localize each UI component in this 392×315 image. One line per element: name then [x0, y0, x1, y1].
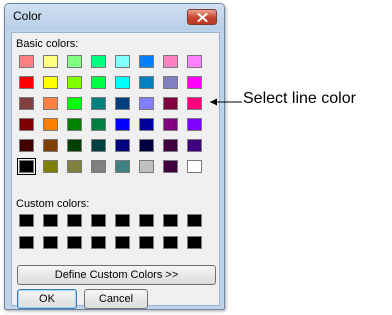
- basic-color-swatch[interactable]: [43, 76, 58, 89]
- basic-color-swatch[interactable]: [187, 160, 202, 173]
- basic-color-swatch[interactable]: [43, 160, 58, 173]
- dialog-body: Basic colors: Custom colors: Define Cust…: [11, 32, 220, 309]
- custom-color-swatch[interactable]: [91, 214, 106, 227]
- define-custom-colors-button[interactable]: Define Custom Colors >>: [17, 265, 216, 285]
- custom-color-swatch[interactable]: [187, 214, 202, 227]
- custom-color-swatch[interactable]: [19, 236, 34, 249]
- basic-color-swatch[interactable]: [139, 118, 154, 131]
- basic-color-swatch[interactable]: [19, 139, 34, 152]
- basic-color-swatch[interactable]: [91, 55, 106, 68]
- custom-color-swatch[interactable]: [163, 214, 178, 227]
- basic-color-swatch[interactable]: [67, 160, 82, 173]
- custom-color-swatch[interactable]: [187, 236, 202, 249]
- basic-color-swatch[interactable]: [43, 118, 58, 131]
- basic-color-swatch[interactable]: [139, 139, 154, 152]
- ok-button[interactable]: OK: [17, 289, 77, 309]
- basic-color-swatch[interactable]: [91, 76, 106, 89]
- basic-color-swatch[interactable]: [187, 55, 202, 68]
- close-button[interactable]: [187, 9, 217, 25]
- basic-color-swatch[interactable]: [19, 97, 34, 110]
- basic-color-swatch[interactable]: [115, 160, 130, 173]
- basic-color-swatch[interactable]: [19, 118, 34, 131]
- custom-color-swatch[interactable]: [115, 236, 130, 249]
- basic-color-swatch[interactable]: [67, 55, 82, 68]
- custom-colors-label: Custom colors:: [16, 198, 90, 210]
- basic-color-swatch[interactable]: [163, 160, 178, 173]
- basic-color-swatch[interactable]: [115, 118, 130, 131]
- basic-color-swatch[interactable]: [67, 118, 82, 131]
- cancel-button[interactable]: Cancel: [84, 289, 148, 309]
- basic-color-swatch[interactable]: [139, 97, 154, 110]
- basic-color-swatch[interactable]: [91, 97, 106, 110]
- basic-color-swatch[interactable]: [17, 158, 36, 175]
- title-bar[interactable]: Color: [5, 4, 224, 30]
- custom-color-swatch[interactable]: [115, 214, 130, 227]
- basic-color-swatch[interactable]: [67, 76, 82, 89]
- basic-color-swatch[interactable]: [115, 55, 130, 68]
- basic-color-swatch[interactable]: [91, 160, 106, 173]
- custom-color-swatch[interactable]: [67, 214, 82, 227]
- basic-color-swatch[interactable]: [115, 139, 130, 152]
- basic-color-swatch[interactable]: [19, 76, 34, 89]
- basic-color-swatch[interactable]: [187, 97, 202, 110]
- basic-color-swatch[interactable]: [67, 139, 82, 152]
- dialog-title: Color: [13, 9, 42, 23]
- callout-label: Select line color: [243, 90, 356, 107]
- custom-color-swatch[interactable]: [139, 236, 154, 249]
- basic-color-swatch[interactable]: [163, 55, 178, 68]
- custom-color-swatch[interactable]: [163, 236, 178, 249]
- custom-color-swatch[interactable]: [139, 214, 154, 227]
- basic-color-swatch[interactable]: [43, 97, 58, 110]
- basic-color-swatch[interactable]: [43, 139, 58, 152]
- basic-color-swatch[interactable]: [91, 139, 106, 152]
- custom-color-swatch[interactable]: [67, 236, 82, 249]
- basic-color-swatch[interactable]: [139, 160, 154, 173]
- basic-color-swatch[interactable]: [163, 97, 178, 110]
- basic-color-swatch[interactable]: [187, 76, 202, 89]
- basic-color-swatch[interactable]: [163, 76, 178, 89]
- basic-color-swatch[interactable]: [19, 55, 34, 68]
- basic-colors-label: Basic colors:: [16, 38, 79, 50]
- custom-color-swatch[interactable]: [43, 214, 58, 227]
- basic-color-swatch[interactable]: [91, 118, 106, 131]
- basic-color-swatch[interactable]: [43, 55, 58, 68]
- close-icon: [197, 13, 208, 22]
- color-dialog: Color Basic colors: Custom colors: Defin…: [4, 3, 225, 310]
- custom-color-swatch[interactable]: [43, 236, 58, 249]
- custom-color-swatch[interactable]: [91, 236, 106, 249]
- basic-color-swatch[interactable]: [115, 76, 130, 89]
- basic-color-swatch[interactable]: [187, 118, 202, 131]
- basic-color-swatch[interactable]: [67, 97, 82, 110]
- callout-arrow: [210, 98, 242, 106]
- basic-color-swatch[interactable]: [115, 97, 130, 110]
- basic-color-swatch[interactable]: [163, 139, 178, 152]
- basic-color-swatch[interactable]: [187, 139, 202, 152]
- basic-color-swatch[interactable]: [163, 118, 178, 131]
- basic-color-swatch[interactable]: [139, 76, 154, 89]
- custom-color-swatch[interactable]: [19, 214, 34, 227]
- basic-color-swatch[interactable]: [139, 55, 154, 68]
